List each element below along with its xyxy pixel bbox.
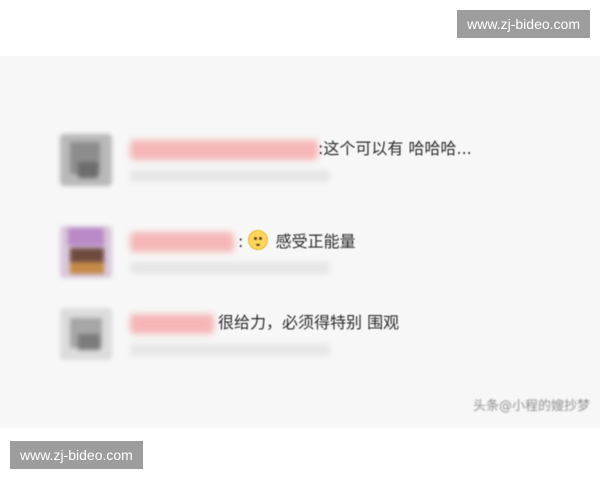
watermark-bottom: www.zj-bideo.com bbox=[10, 441, 143, 469]
username-redacted bbox=[130, 140, 318, 160]
watermark-top: www.zj-bideo.com bbox=[457, 10, 590, 38]
comment-text-body: 感受正能量 bbox=[275, 232, 356, 251]
username-redacted bbox=[130, 232, 234, 252]
smile-emoji-icon bbox=[248, 230, 269, 250]
avatar[interactable] bbox=[60, 134, 112, 186]
screenshot-stage: www.zj-bideo.com :这个可以有 哈哈哈... : 感受正能量 很… bbox=[0, 0, 600, 480]
username-redacted bbox=[130, 314, 214, 334]
comment-text-prefix: : bbox=[238, 232, 244, 251]
comment-meta-redacted bbox=[130, 170, 330, 182]
avatar[interactable] bbox=[60, 226, 112, 278]
comment-item: 很给力，必须得特别 围观 bbox=[60, 308, 570, 368]
comment-item: :这个可以有 哈哈哈... bbox=[60, 134, 570, 194]
comment-text: :这个可以有 哈哈哈... bbox=[318, 139, 472, 158]
source-signature: 头条@小程的嫂抄梦 bbox=[472, 399, 590, 414]
comment-text: 很给力，必须得特别 围观 bbox=[218, 313, 400, 332]
comment-item: : 感受正能量 bbox=[60, 226, 570, 286]
comment-text: : 感受正能量 bbox=[238, 230, 356, 253]
comment-meta-redacted bbox=[130, 262, 330, 274]
comment-meta-redacted bbox=[130, 344, 330, 356]
avatar[interactable] bbox=[60, 308, 112, 360]
comment-panel: :这个可以有 哈哈哈... : 感受正能量 很给力，必须得特别 围观 头条@小程… bbox=[0, 56, 600, 428]
